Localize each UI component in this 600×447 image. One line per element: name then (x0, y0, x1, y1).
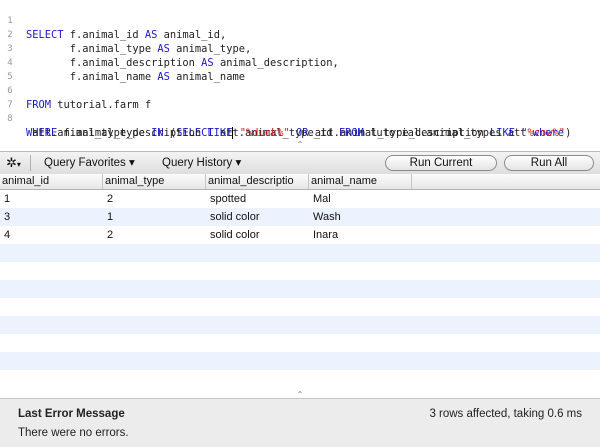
table-row[interactable]: 1 2 spotted Mal (0, 190, 600, 208)
error-message-title: Last Error Message (18, 408, 125, 420)
run-all-button[interactable]: Run All (504, 155, 594, 171)
run-current-button[interactable]: Run Current (385, 155, 497, 171)
toolbar-separator (30, 155, 31, 171)
cell-animal-type: 2 (107, 229, 114, 241)
editor-splitter-handle[interactable]: ⌃ (0, 141, 600, 149)
editor-line: 2 f.animal_type AS animal_type, (0, 14, 600, 55)
editor-line: 7 (0, 84, 600, 110)
error-message-text: There were no errors. (18, 427, 129, 439)
editor-line: att.animal_type_description LIKE "%duck%… (0, 112, 600, 139)
chevron-down-icon: ▾ (16, 160, 21, 169)
empty-row (0, 298, 600, 316)
text-cursor (232, 127, 234, 139)
chevron-down-icon: ▾ (235, 157, 242, 169)
table-row[interactable]: 4 2 solid color Inara (0, 226, 600, 244)
cell-animal-name: Wash (313, 211, 341, 223)
empty-row (0, 352, 600, 370)
cell-animal-description: solid color (210, 229, 260, 241)
code-line-8-wrap: att.animal_type_description LIKE "%duck%… (26, 127, 572, 139)
query-history-menu[interactable]: Query History ▾ (162, 152, 241, 174)
status-panel: Last Error Message There were no errors.… (0, 398, 600, 447)
cell-animal-name: Inara (313, 229, 339, 241)
cell-animal-type: 1 (107, 211, 114, 223)
column-header-animal-id[interactable]: animal_id (0, 174, 103, 189)
column-header-animal-type[interactable]: animal_type (103, 174, 206, 189)
empty-row (0, 334, 600, 352)
cell-animal-id: 1 (4, 193, 11, 205)
table-row[interactable]: 3 1 solid color Wash (0, 208, 600, 226)
cell-animal-id: 3 (4, 211, 11, 223)
empty-row (0, 316, 600, 334)
query-toolbar: ✲▾ Query Favorites ▾ Query History ▾ Run… (0, 151, 600, 175)
empty-row (0, 244, 600, 262)
column-header-animal-description[interactable]: animal_descriptio (206, 174, 309, 189)
editor-line: 5 (0, 56, 600, 82)
rows-affected-summary: 3 rows affected, taking 0.6 ms (429, 408, 582, 420)
column-header-animal-name[interactable]: animal_name (309, 174, 412, 189)
cell-animal-description: solid color (210, 211, 260, 223)
cell-animal-description: spotted (210, 193, 247, 205)
editor-line: 8 WHERE f.animal_type IN (SELECT att.ani… (0, 98, 600, 139)
editor-line: 4 f.animal_name AS animal_name (0, 42, 600, 83)
sql-editor[interactable]: 1 SELECT f.animal_id AS animal_id, 2 f.a… (0, 0, 600, 140)
empty-row (0, 370, 600, 388)
cell-animal-type: 2 (107, 193, 114, 205)
query-favorites-menu[interactable]: Query Favorites ▾ (44, 152, 135, 174)
query-favorites-label: Query Favorites (44, 157, 126, 169)
editor-line: 6 FROM tutorial.farm f (0, 70, 600, 111)
gear-glyph: ✲ (6, 155, 17, 170)
gear-icon[interactable]: ✲▾ (6, 152, 21, 174)
empty-row (0, 280, 600, 298)
cell-animal-id: 4 (4, 229, 11, 241)
editor-line: 3 f.animal_description AS animal_descrip… (0, 28, 600, 69)
empty-row (0, 262, 600, 280)
chevron-down-icon: ▾ (129, 157, 135, 169)
cell-animal-name: Mal (313, 193, 331, 205)
editor-line: 1 SELECT f.animal_id AS animal_id, (0, 0, 600, 41)
results-grid[interactable]: animal_id animal_type animal_descriptio … (0, 174, 600, 390)
query-history-label: Query History (162, 157, 233, 169)
grid-header: animal_id animal_type animal_descriptio … (0, 174, 600, 190)
